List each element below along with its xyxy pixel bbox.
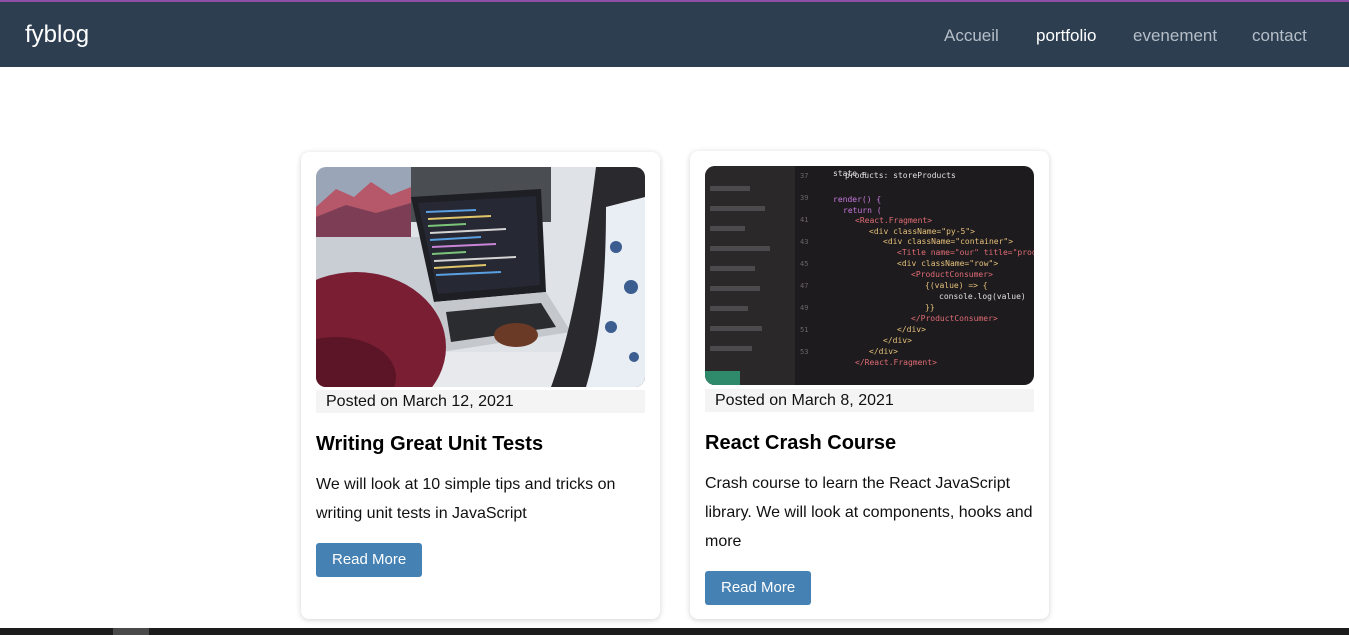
- svg-text:<div className="py-5">: <div className="py-5">: [869, 227, 975, 236]
- nav-link-contact[interactable]: contact: [1252, 26, 1307, 46]
- read-more-button[interactable]: Read More: [705, 571, 812, 605]
- svg-text:53: 53: [800, 348, 808, 356]
- svg-text:<div className="container">: <div className="container">: [883, 237, 1013, 246]
- post-thumbnail[interactable]: [316, 167, 645, 387]
- svg-text:45: 45: [800, 260, 808, 268]
- react-code-screen-photo: 373941 434547 495153 state = products: s…: [705, 166, 1034, 385]
- navbar: fyblog Accueil portfolio evenement conta…: [0, 2, 1349, 67]
- svg-text:</div>: </div>: [897, 325, 926, 334]
- svg-text:</div>: </div>: [869, 347, 898, 356]
- svg-text:<div className="row">: <div className="row">: [897, 259, 998, 268]
- svg-text:</div>: </div>: [883, 336, 912, 345]
- svg-text:products: storeProducts: products: storeProducts: [845, 171, 956, 180]
- nav-link-accueil[interactable]: Accueil: [944, 26, 999, 46]
- svg-text:43: 43: [800, 238, 808, 246]
- svg-text:<ProductConsumer>: <ProductConsumer>: [911, 270, 993, 279]
- post-title: Writing Great Unit Tests: [316, 433, 544, 455]
- post-thumbnail[interactable]: 37 39 41 43 45 47 49 51 53 state = products: s…: [705, 166, 1034, 385]
- nav-link-portfolio[interactable]: portfolio: [1036, 26, 1096, 46]
- bottom-bar: [0, 628, 1349, 635]
- svg-text:41: 41: [800, 216, 808, 224]
- post-card: 37 39 41 43 45 47 49 51 53 state = products: s…: [690, 151, 1049, 619]
- svg-text:39: 39: [800, 194, 808, 202]
- svg-text:</ProductConsumer>: </ProductConsumer>: [911, 314, 998, 323]
- svg-text:<React.Fragment>: <React.Fragment>: [855, 216, 932, 225]
- brand-logo[interactable]: fyblog: [25, 21, 89, 49]
- svg-text:37: 37: [800, 172, 808, 180]
- svg-text:{(value) => {: {(value) => {: [925, 281, 988, 290]
- svg-text:49: 49: [800, 304, 808, 312]
- svg-text:51: 51: [800, 326, 808, 334]
- svg-text:<Title name="our" title="produ: <Title name="our" title="products": [897, 248, 1034, 257]
- svg-text:}}: }}: [925, 303, 935, 312]
- post-date: Posted on March 12, 2021: [316, 390, 645, 413]
- post-excerpt: We will look at 10 simple tips and trick…: [316, 476, 616, 522]
- post-date: Posted on March 8, 2021: [705, 389, 1034, 412]
- svg-text:47: 47: [800, 282, 808, 290]
- svg-text:render() {: render() {: [833, 195, 881, 204]
- read-more-button[interactable]: Read More: [316, 543, 423, 577]
- svg-text:return (: return (: [843, 206, 882, 215]
- svg-text:</React.Fragment>: </React.Fragment>: [855, 358, 937, 367]
- svg-text:console.log(value): console.log(value): [939, 292, 1026, 301]
- post-title: React Crash Course: [705, 432, 897, 454]
- nav-link-evenement[interactable]: evenement: [1133, 26, 1217, 46]
- bottom-bar-tab: [113, 628, 149, 635]
- post-excerpt: Crash course to learn the React JavaScri…: [705, 475, 1033, 550]
- post-card: Posted on March 12, 2021 Writing Great U…: [301, 152, 660, 619]
- laptop-coding-photo: [316, 167, 645, 387]
